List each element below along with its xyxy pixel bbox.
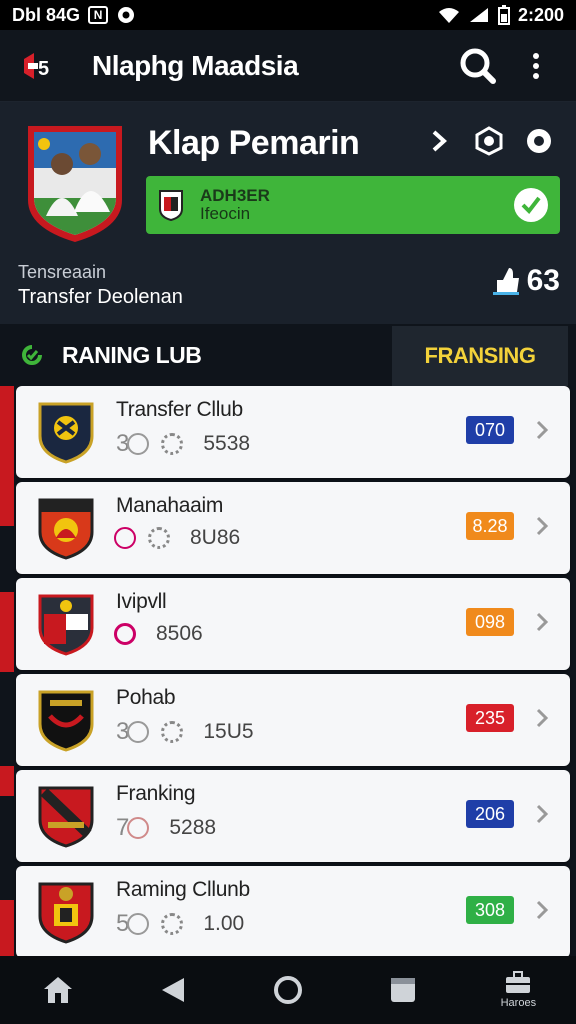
- club-points: 8506: [156, 622, 203, 645]
- subtitle: Transfer Deolenan: [18, 286, 183, 308]
- club-points: 1.00: [203, 912, 245, 935]
- gear-icon: [161, 433, 184, 455]
- notification-icon: N: [88, 6, 109, 24]
- chevron-right-icon[interactable]: [534, 802, 550, 826]
- club-name: Pohab: [116, 686, 176, 709]
- ring-icon: [127, 721, 150, 743]
- club-points: 5538: [203, 432, 251, 455]
- chevron-right-icon[interactable]: [534, 418, 550, 442]
- chevron-right-icon[interactable]: [424, 126, 454, 156]
- red-side-marker: [0, 766, 14, 796]
- nav-recents[interactable]: [373, 960, 433, 1020]
- club-name: Raming Cllunb: [116, 878, 250, 901]
- search-icon[interactable]: [458, 46, 498, 86]
- list-item[interactable]: Pohab 3 15U5 235: [16, 674, 570, 766]
- more-menu-icon[interactable]: [516, 46, 556, 86]
- club-name: Ivipvll: [116, 590, 167, 613]
- chevron-right-icon[interactable]: [534, 706, 550, 730]
- list-item[interactable]: Manahaaim 8U86 8.28: [16, 482, 570, 574]
- score-badge: 8.28: [466, 512, 514, 540]
- refresh-icon: [22, 345, 42, 365]
- club-badge-icon: [38, 786, 94, 848]
- tab-bar: RANING LUB FRANSING: [0, 324, 576, 386]
- club-name: Franking: [116, 782, 196, 805]
- nav-back[interactable]: [143, 960, 203, 1020]
- list-item[interactable]: Transfer Cllub 3 5538 070: [16, 386, 570, 478]
- club-points: 8U86: [190, 526, 241, 549]
- list-item[interactable]: Raming Cllunb 5 1.00 308: [16, 866, 570, 956]
- wifi-icon: [438, 8, 459, 23]
- ring-icon: [114, 527, 136, 549]
- score-badge: 070: [466, 416, 514, 444]
- red-side-marker: [0, 592, 14, 672]
- club-crest-photo: [28, 126, 122, 242]
- club-badge-icon: [38, 402, 94, 464]
- red-side-marker: [0, 386, 14, 526]
- gear-icon: [161, 913, 184, 935]
- club-name: Transfer Cllub: [116, 398, 243, 421]
- gear-icon: [161, 721, 184, 743]
- status-bar: Dbl 84G N 2:200: [0, 0, 576, 30]
- club-header: Klap Pemarin ADH3ER Ifeocin Tensreaain T…: [0, 102, 576, 324]
- chevron-right-icon[interactable]: [534, 898, 550, 922]
- subtitle-small: Tensreaain: [18, 262, 107, 282]
- camera-icon[interactable]: [474, 126, 504, 156]
- notification-dot-icon: [118, 7, 135, 23]
- eye-icon[interactable]: [524, 126, 554, 156]
- thumbs-up-icon: [492, 268, 519, 295]
- club-name: Manahaaim: [116, 494, 224, 517]
- signal-icon: [469, 8, 488, 22]
- ring-icon: [114, 623, 136, 645]
- chevron-right-icon[interactable]: [534, 610, 550, 634]
- club-badge-icon: [38, 498, 94, 560]
- team-logo-icon[interactable]: 5: [20, 51, 60, 81]
- app-bar: 5 Nlaphg Maadsia: [0, 30, 576, 102]
- gear-icon: [148, 527, 170, 549]
- status-line-2: Ifeocin: [200, 204, 251, 223]
- circle-icon: [273, 976, 302, 1004]
- score-badge: 308: [466, 896, 514, 924]
- nav-heroes-label: Haroes: [500, 997, 537, 1009]
- battery-icon: [497, 5, 510, 25]
- status-line-1: ADH3ER: [200, 186, 270, 206]
- red-side-marker: [0, 900, 14, 956]
- nav-circle[interactable]: [258, 960, 318, 1020]
- club-title: Klap Pemarin: [148, 124, 360, 162]
- score-badge: 235: [466, 704, 514, 732]
- svg-text:5: 5: [38, 58, 49, 80]
- ring-icon: [127, 817, 150, 839]
- nav-home[interactable]: [28, 960, 88, 1020]
- check-icon[interactable]: [514, 188, 548, 222]
- list-item[interactable]: Ivipvll 8506 098: [16, 578, 570, 670]
- back-icon: [161, 978, 184, 1002]
- status-time: 2:200: [517, 4, 564, 25]
- like-count[interactable]: 63: [492, 264, 560, 298]
- club-shield-icon: [159, 190, 183, 221]
- count-value: 63: [526, 264, 560, 297]
- briefcase-icon: [506, 971, 531, 993]
- chevron-right-icon[interactable]: [534, 514, 550, 538]
- recents-icon: [391, 978, 416, 1002]
- club-badge-icon: [38, 882, 94, 944]
- ring-icon: [127, 433, 150, 455]
- club-badge-icon: [38, 690, 94, 752]
- ring-icon: [127, 913, 150, 935]
- nav-heroes[interactable]: Haroes: [488, 960, 548, 1020]
- club-badge-icon: [38, 594, 94, 656]
- home-icon: [43, 977, 72, 1003]
- list-item[interactable]: Franking 7 5288 206: [16, 770, 570, 862]
- tab-ranking-label: RANING LUB: [62, 341, 202, 368]
- club-points: 15U5: [203, 720, 254, 743]
- club-status-bar[interactable]: ADH3ER Ifeocin: [146, 176, 560, 234]
- score-badge: 098: [466, 608, 514, 636]
- tab-fransing[interactable]: FRANSING: [392, 326, 568, 386]
- club-list: Transfer Cllub 3 5538 070 Manahaaim 8U86 …: [0, 386, 576, 956]
- tab-ranking-club[interactable]: RANING LUB: [0, 324, 392, 386]
- club-points: 5288: [169, 816, 217, 839]
- status-left-text: Dbl 84G: [12, 4, 81, 25]
- score-badge: 206: [466, 800, 514, 828]
- bottom-nav: Haroes: [0, 956, 576, 1024]
- app-title: Nlaphg Maadsia: [92, 49, 299, 81]
